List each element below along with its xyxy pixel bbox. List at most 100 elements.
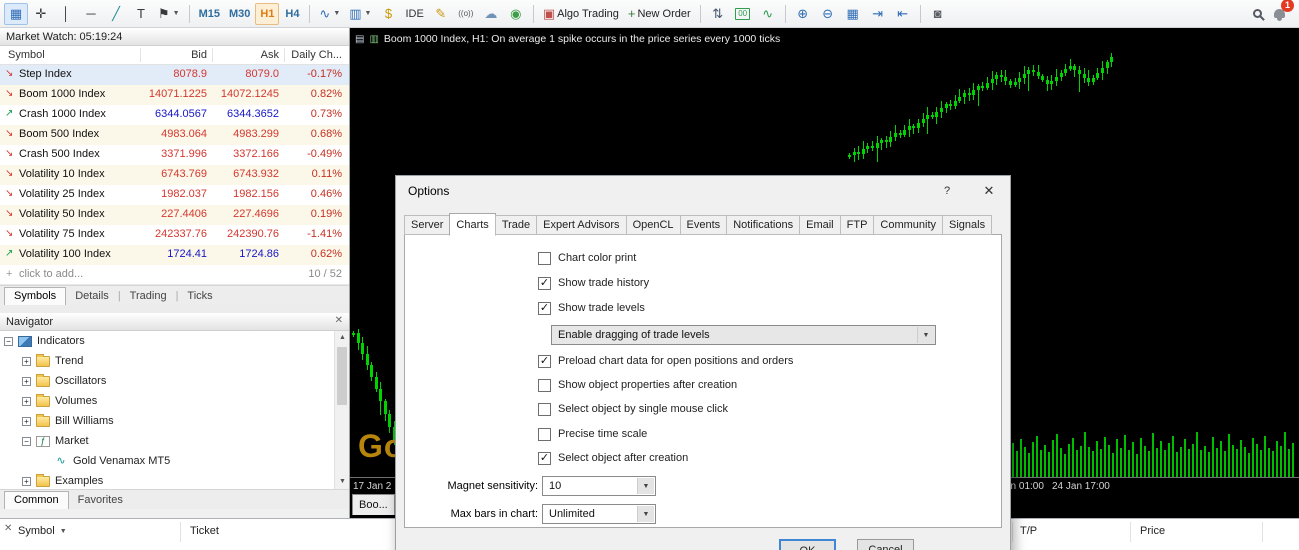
cloud-button[interactable]: ☁ [479,3,503,25]
tree-item-gold-venamax-mt5[interactable]: ∿ Gold Venamax MT5 [0,451,349,471]
close-button[interactable]: ✕ [968,176,1010,206]
market-stats-button[interactable]: 00 [731,3,755,25]
checkbox-unchecked-icon[interactable] [538,251,551,265]
toolbox-column-price[interactable]: Price [1140,525,1165,537]
navigator-scrollbar[interactable]: ▲ ▼ [334,331,349,489]
dialog-tab-charts[interactable]: Charts [449,213,496,236]
checkbox-checked-icon[interactable]: ✓ [538,354,551,368]
close-icon[interactable]: ✕ [4,523,12,534]
tab-favorites[interactable]: Favorites [69,492,132,509]
close-icon[interactable]: ✕ [335,315,343,326]
horizontal-line-tool[interactable]: ─ [79,3,103,25]
notifications-button[interactable]: 1 [1270,0,1295,25]
metaeditor-button[interactable]: ✎ [429,3,453,25]
option-show-trade-levels[interactable]: ✓ Show trade levels [538,300,645,316]
crosshair-tool[interactable]: ✛ [29,3,53,25]
ide-button[interactable]: IDE [401,3,427,25]
market-watch-row[interactable]: ↗ Volatility 100 Index 1724.41 1724.86 0.62% [0,245,349,265]
market-watch-row[interactable]: ↘ Volatility 10 Index 6743.769 6743.932 0.11… [0,165,349,185]
trendline-tool[interactable]: ╱ [104,3,128,25]
auto-scroll-button[interactable]: ⇥ [866,3,890,25]
chart-menu-icon[interactable]: ▤ [355,34,364,45]
tab-symbols[interactable]: Symbols [4,287,67,305]
dialog-tab-ftp[interactable]: FTP [839,215,875,235]
candle-chart-type[interactable]: ▥ ▼ [345,3,375,25]
market-watch-row[interactable]: ↘ Volatility 25 Index 1982.037 1982.156 0.46… [0,185,349,205]
timeframe-h1[interactable]: H1 [255,2,280,25]
checkbox-unchecked-icon[interactable] [538,402,551,416]
zoom-out-button[interactable]: ⊖ [816,3,840,25]
toolbox-column-symbol[interactable]: Symbol ▼ [18,525,67,537]
option-chart-color-print[interactable]: Chart color print [538,250,636,266]
option-preload-chart-data-for-open-positions-and-orders[interactable]: ✓ Preload chart data for open positions a… [538,353,793,369]
expand-icon[interactable]: + [22,356,31,366]
checkbox-checked-icon[interactable]: ✓ [538,276,551,290]
trade-levels-select[interactable]: Enable dragging of trade levels ▼ [551,325,936,345]
text-tool[interactable]: T [129,3,153,25]
dialog-tab-signals[interactable]: Signals [942,215,993,235]
dialog-tab-server[interactable]: Server [404,215,451,235]
expand-icon[interactable]: + [22,476,31,486]
dialog-tab-opencl[interactable]: OpenCL [625,215,681,235]
scroll-up-icon[interactable]: ▲ [335,331,349,345]
tree-item-examples[interactable]: + Examples [0,471,349,489]
tree-item-trend[interactable]: + Trend [0,351,349,371]
tab-details[interactable]: Details [66,288,118,305]
checkbox-checked-icon[interactable]: ✓ [538,301,551,315]
chart-shift-button[interactable]: ⇤ [891,3,915,25]
expand-icon[interactable]: + [22,416,31,426]
screenshot-button[interactable]: ◙ [926,3,950,25]
add-symbol-row[interactable]: + click to add... 10 / 52 [0,265,349,285]
objects-tool[interactable]: ⚑ ▼ [154,3,184,25]
toolbox-column-tp[interactable]: T/P [1020,525,1037,537]
timeframe-m15[interactable]: M15 [195,3,224,25]
checkbox-checked-icon[interactable]: ✓ [538,451,551,465]
market-watch-row[interactable]: ↘ Boom 1000 Index 14071.1225 14072.1245 0.82… [0,85,349,105]
search-button[interactable] [1245,3,1269,25]
dialog-tab-trade[interactable]: Trade [494,215,538,235]
market-watch-row[interactable]: ↘ Boom 500 Index 4983.064 4983.299 0.68% [0,125,349,145]
tile-windows-button[interactable]: ▦ [841,3,865,25]
market-watch-row[interactable]: ↘ Volatility 50 Index 227.4406 227.4696 0.19… [0,205,349,225]
scrollbar-thumb[interactable] [337,347,347,405]
cancel-button[interactable]: Cancel [857,539,914,550]
dialog-tab-community[interactable]: Community [873,215,944,235]
dialog-tab-expert-advisors[interactable]: Expert Advisors [536,215,627,235]
option-select-object-by-single-mouse-click[interactable]: Select object by single mouse click [538,401,728,417]
tab-common[interactable]: Common [4,491,69,509]
tree-item-oscillators[interactable]: + Oscillators [0,371,349,391]
max-bars-select[interactable]: Unlimited ▼ [542,504,656,524]
scroll-down-icon[interactable]: ▼ [335,475,349,489]
market-watch-row[interactable]: ↘ Step Index 8078.9 8079.0 -0.17% [0,65,349,85]
market-watch-row[interactable]: ↗ Crash 1000 Index 6344.0567 6344.3652 0.73% [0,105,349,125]
option-select-object-after-creation[interactable]: ✓ Select object after creation [538,450,688,466]
collapse-icon[interactable]: − [22,436,31,446]
new-order-button[interactable]: + New Order [624,3,695,25]
dollar-button[interactable]: $ [376,3,400,25]
chart-type-icon[interactable]: ▥ [369,34,378,45]
vertical-line-tool[interactable]: │ [54,3,78,25]
signals-button[interactable]: ((o)) [454,3,478,25]
community-button[interactable]: ◉ [504,3,528,25]
dialog-tab-events[interactable]: Events [679,215,728,235]
expand-icon[interactable]: + [22,396,31,406]
dialog-tab-notifications[interactable]: Notifications [726,215,801,235]
dialog-tab-email[interactable]: Email [799,215,841,235]
option-show-trade-history[interactable]: ✓ Show trade history [538,275,649,291]
magnet-sensitivity-select[interactable]: 10 ▼ [542,476,656,496]
line-chart-type[interactable]: ∿ ▼ [315,3,344,25]
help-button[interactable]: ? [926,176,968,206]
tree-item-volumes[interactable]: + Volumes [0,391,349,411]
dialog-titlebar[interactable]: Options [396,176,1010,206]
column-bid[interactable]: Bid [191,49,207,61]
algo-trading-button[interactable]: ▣ Algo Trading [539,3,623,25]
expand-icon[interactable]: + [22,376,31,386]
tab-ticks[interactable]: Ticks [178,288,221,305]
checkbox-unchecked-icon[interactable] [538,378,551,392]
timeframe-h4[interactable]: H4 [280,3,304,25]
tree-item-indicators[interactable]: − Indicators [0,331,349,351]
tree-item-bill-williams[interactable]: + Bill Williams [0,411,349,431]
toolbox-column-ticket[interactable]: Ticket [190,525,219,537]
checkbox-unchecked-icon[interactable] [538,427,551,441]
column-daily-change[interactable]: Daily Ch... [291,49,342,61]
